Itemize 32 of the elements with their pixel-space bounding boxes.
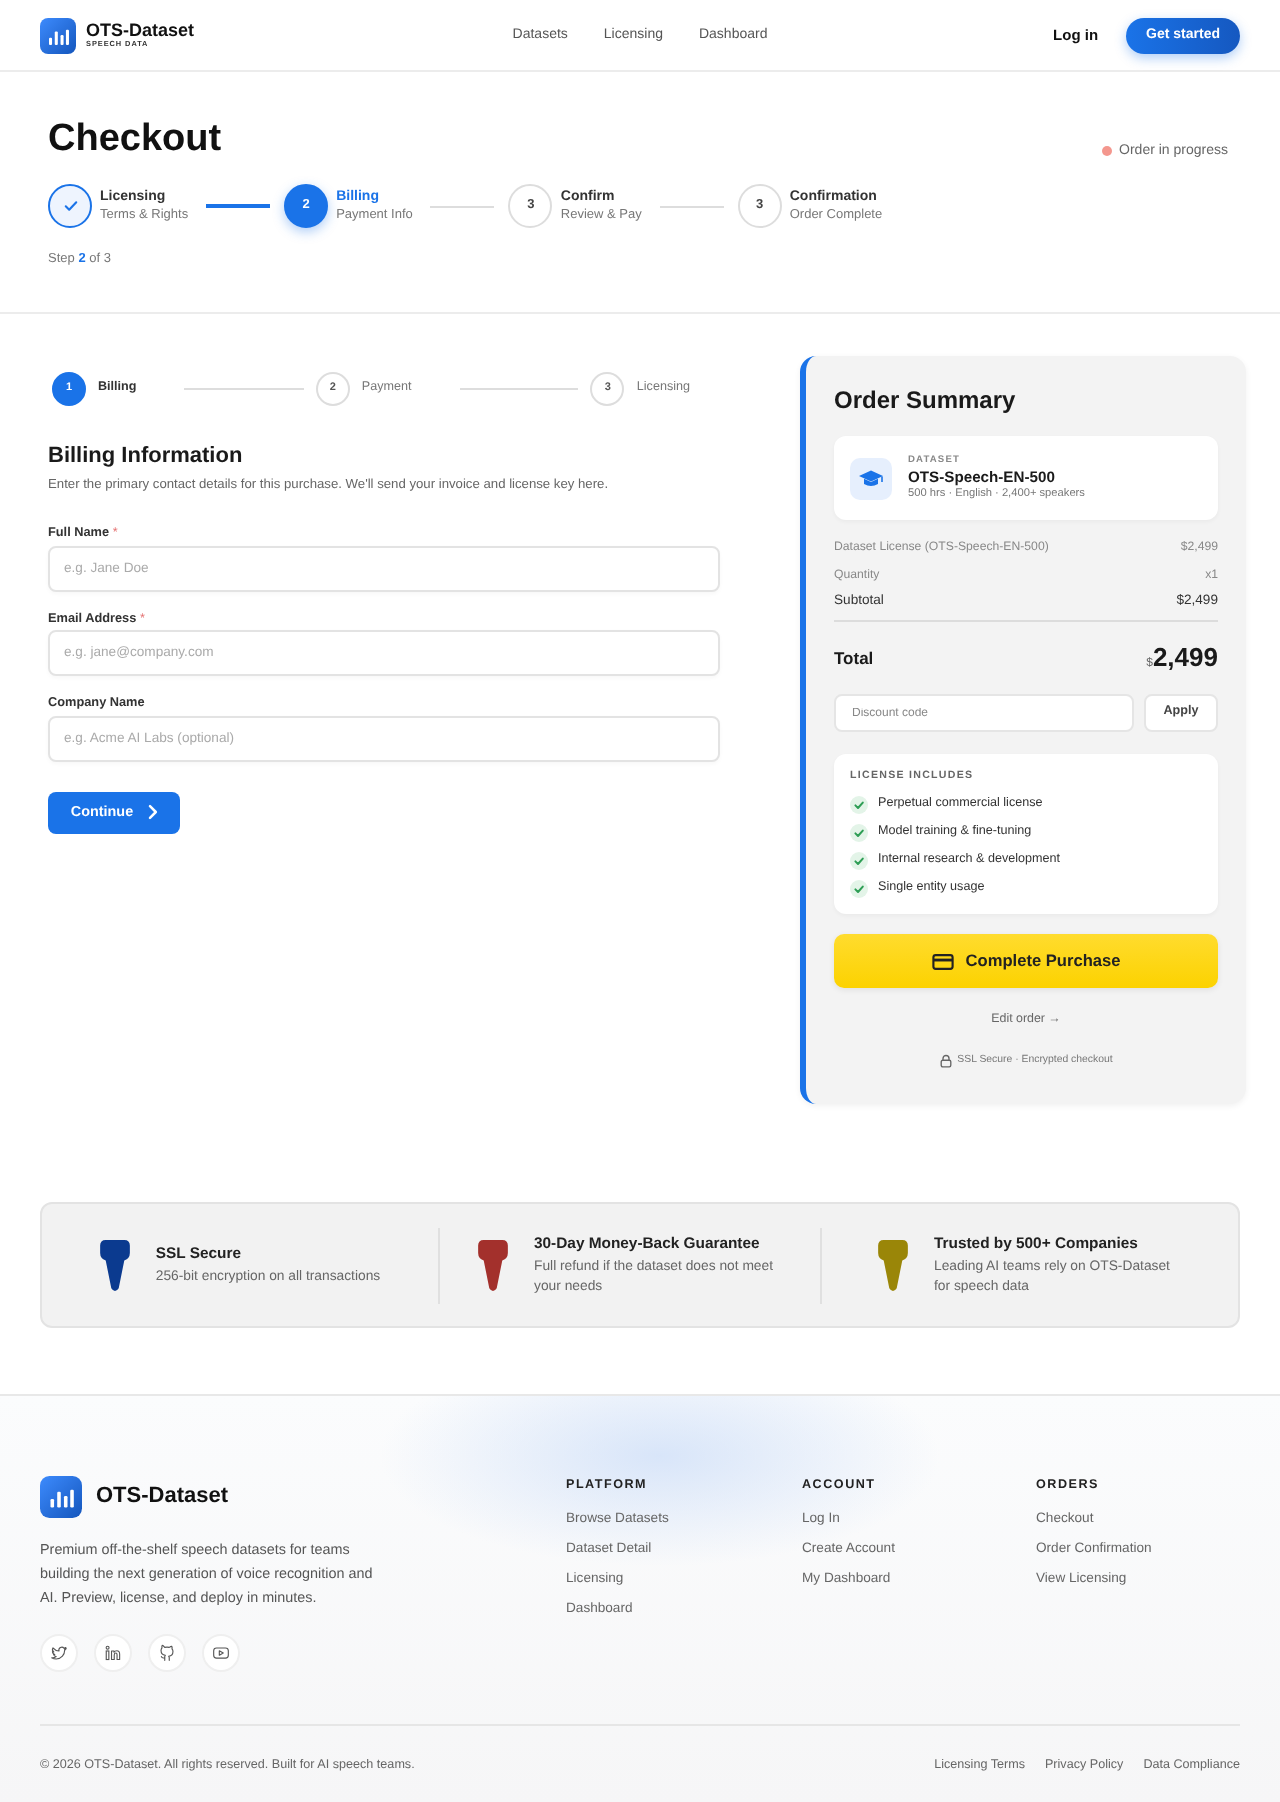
logo-icon <box>40 17 76 53</box>
status-dot-icon <box>1101 146 1112 156</box>
page-title: Checkout <box>48 118 222 162</box>
total-label: Total <box>834 648 874 672</box>
chevron-right-icon <box>147 804 158 820</box>
check-icon <box>850 823 868 841</box>
check-icon <box>850 795 868 813</box>
lock-icon <box>939 1053 952 1067</box>
check-icon <box>850 851 868 869</box>
social-link[interactable] <box>202 1634 240 1672</box>
step-connector <box>184 388 304 390</box>
step-connector <box>430 205 495 207</box>
check-icon <box>63 200 77 212</box>
step-connector <box>459 388 579 390</box>
play-button-icon <box>212 1644 230 1662</box>
social-link[interactable] <box>40 1634 78 1672</box>
step-connector <box>659 205 724 207</box>
brand-name: OTS-Dataset <box>86 20 195 40</box>
complete-purchase-button[interactable]: Complete Purchase <box>834 934 1218 988</box>
social-link[interactable] <box>148 1634 186 1672</box>
check-icon <box>850 879 868 897</box>
social-link[interactable] <box>94 1634 132 1672</box>
bird-icon <box>50 1644 68 1662</box>
graduation-cap-icon <box>850 457 892 499</box>
credit-card-icon <box>931 953 954 969</box>
in-letters-icon <box>104 1644 122 1662</box>
section-title: Billing Information <box>48 444 243 470</box>
step-connector <box>206 204 271 208</box>
summary-title: Order Summary <box>834 386 1016 414</box>
cat-icon <box>158 1644 176 1662</box>
footer-brand-name: OTS-Dataset <box>96 1482 229 1512</box>
logo-icon <box>40 1476 82 1518</box>
